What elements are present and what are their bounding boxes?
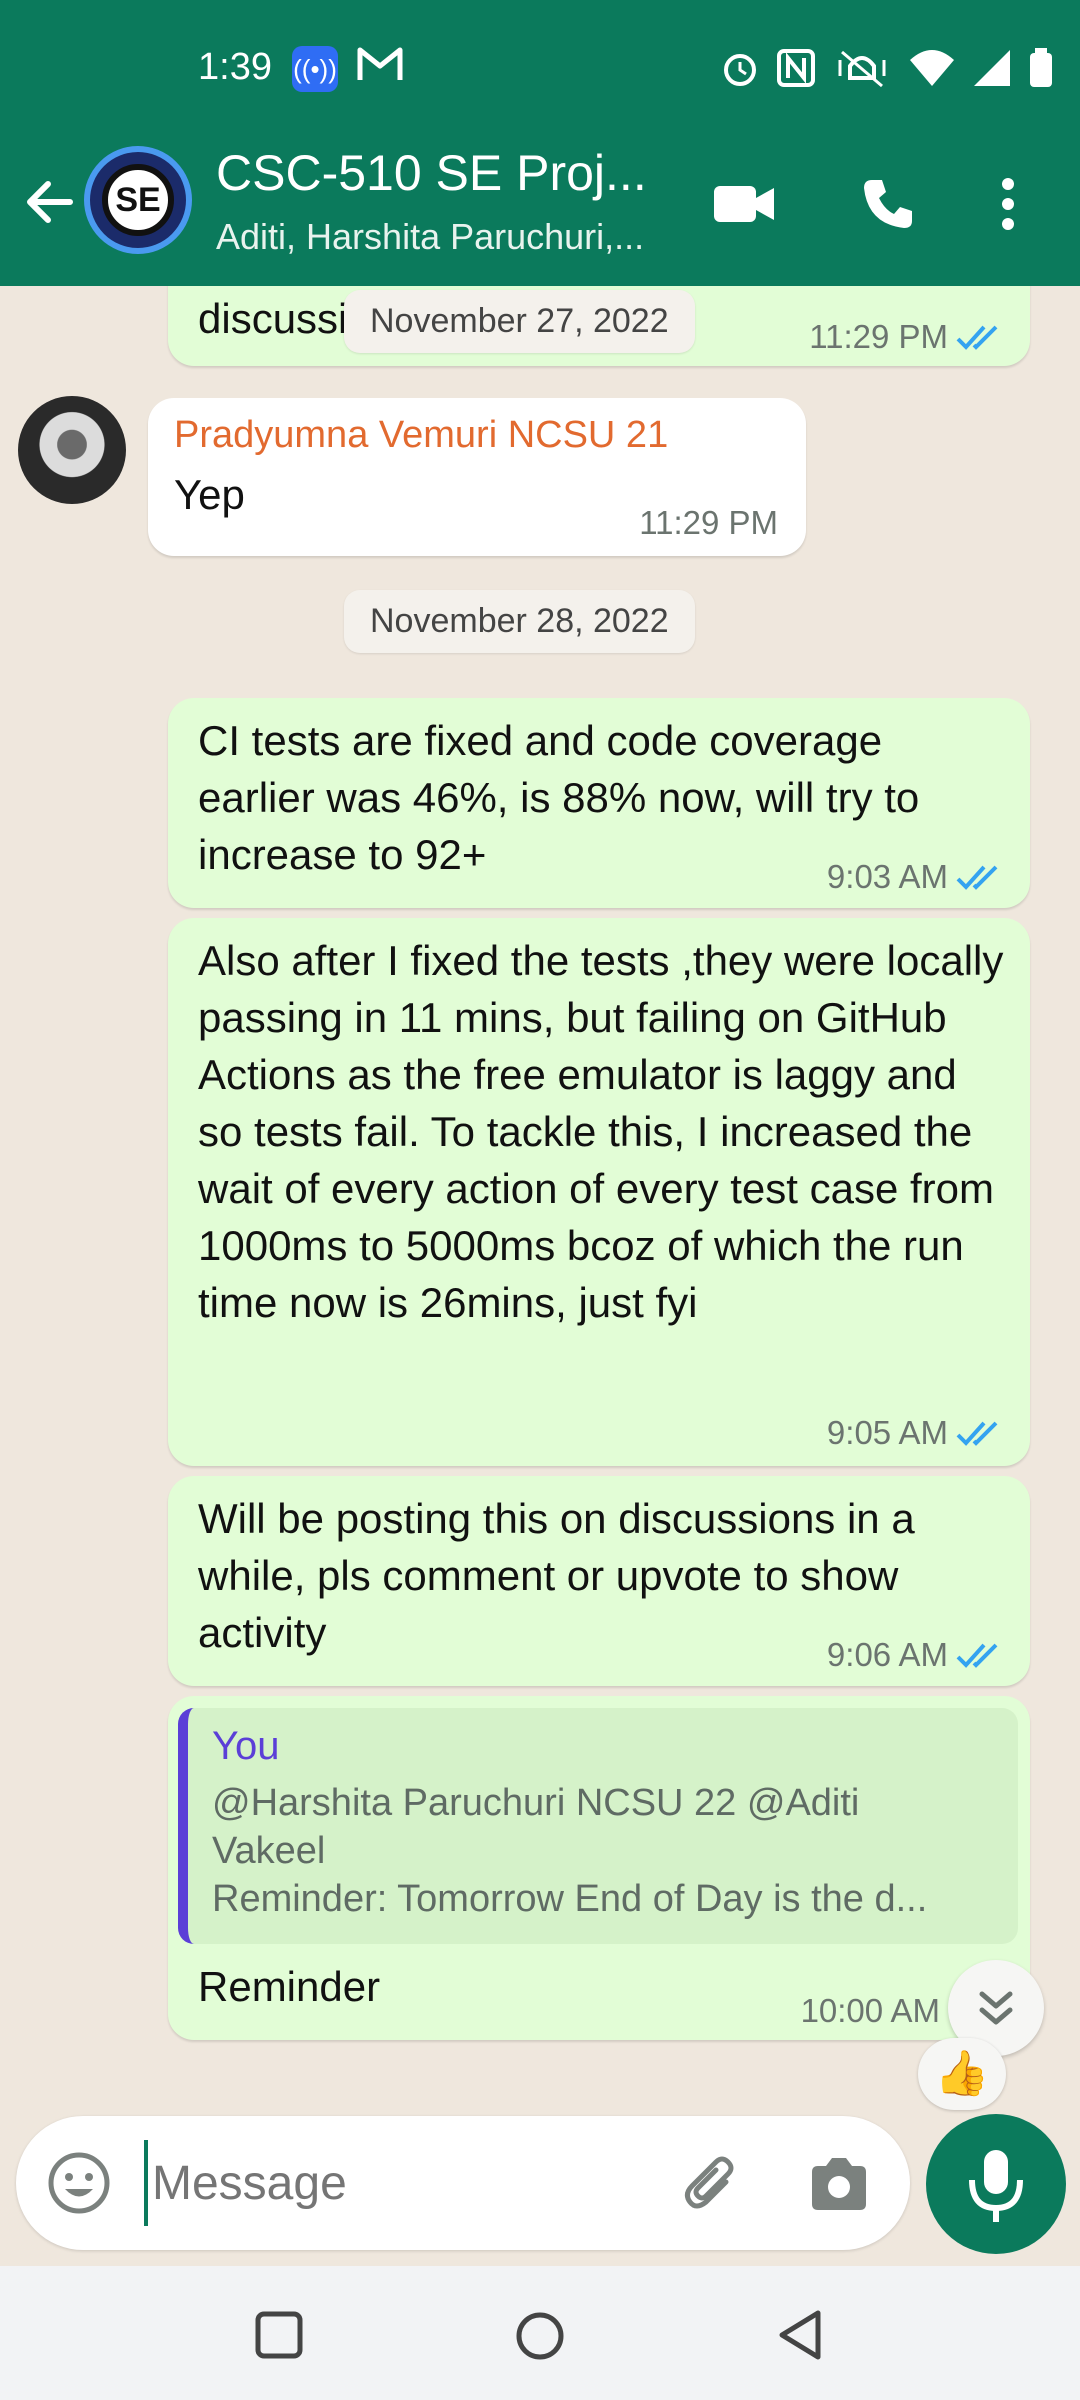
message-bubble-outgoing[interactable]: You @Harshita Paruchuri NCSU 22 @Aditi V… (168, 1696, 1030, 2040)
message-time: 10:00 AM (800, 1992, 940, 2029)
message-text: Also after I fixed the tests ,they were … (198, 937, 1004, 1326)
video-call-icon[interactable] (712, 174, 776, 234)
message-bubble-incoming[interactable]: Pradyumna Vemuri NCSU 21 Yep 11:29 PM (148, 398, 806, 556)
chat-title[interactable]: CSC-510 SE Proj... (216, 144, 656, 202)
read-receipt-icon (956, 865, 998, 890)
message-meta: 11:29 PM (809, 318, 1002, 356)
date-divider: November 28, 2022 (344, 590, 695, 653)
read-receipt-icon (956, 1643, 998, 1668)
message-meta: 11:29 PM (639, 504, 778, 542)
chat-messages[interactable]: discussion only then 11:29 PM November 2… (0, 286, 1080, 2114)
nfc-icon (777, 49, 815, 87)
alarm-icon (724, 54, 756, 86)
message-meta: 9:03 AM (827, 858, 1002, 896)
voice-call-icon[interactable] (858, 174, 918, 234)
quoted-text-mentions: @Harshita Paruchuri NCSU 22 @Aditi Vakee… (212, 1782, 860, 1872)
message-time: 11:29 PM (809, 318, 948, 355)
read-receipt-icon (956, 325, 998, 350)
group-avatar[interactable]: SE (84, 146, 192, 254)
read-receipt-icon (956, 1421, 998, 1446)
message-meta: 9:05 AM (827, 1414, 1002, 1452)
message-time: 11:29 PM (639, 504, 778, 541)
chat-header: SE CSC-510 SE Proj... Aditi, Harshita Pa… (0, 140, 1080, 286)
system-navigation-bar (0, 2266, 1080, 2400)
sender-name[interactable]: Pradyumna Vemuri NCSU 21 (174, 414, 668, 457)
message-bubble-outgoing[interactable]: Also after I fixed the tests ,they were … (168, 918, 1030, 1466)
status-time: 1:39 (198, 46, 272, 88)
message-input[interactable] (144, 2140, 664, 2226)
sender-avatar[interactable] (18, 396, 126, 504)
back-icon[interactable] (774, 2308, 826, 2362)
date-divider: November 27, 2022 (344, 290, 695, 353)
vibrate-off-icon (838, 50, 886, 88)
battery-icon (1030, 48, 1052, 87)
signal-icon (974, 50, 1010, 86)
microphone-icon (969, 2150, 1023, 2222)
gmail-icon (357, 47, 403, 80)
message-bubble-outgoing[interactable]: CI tests are fixed and code coverage ear… (168, 698, 1030, 908)
voice-message-button[interactable] (926, 2114, 1066, 2254)
more-options-icon[interactable] (998, 174, 1018, 234)
back-arrow-icon[interactable] (20, 172, 80, 232)
quoted-sender: You (212, 1724, 280, 1768)
message-meta: 10:00 AM (801, 1992, 940, 2030)
chat-participants[interactable]: Aditi, Harshita Paruchuri,... (216, 216, 676, 258)
message-time: 9:05 AM (826, 1414, 948, 1451)
status-bar: 1:39 ((•)) (0, 0, 1080, 140)
hotspot-icon: ((•)) (292, 46, 338, 92)
emoji-icon[interactable] (46, 2150, 112, 2216)
message-text: Yep (174, 471, 245, 518)
quoted-text-body: Reminder: Tomorrow End of Day is the d..… (212, 1878, 928, 1920)
message-composer (16, 2116, 910, 2250)
reaction-badge[interactable]: 👍 (918, 2038, 1006, 2110)
message-meta: 9:06 AM (827, 1636, 1002, 1674)
group-avatar-text: SE (102, 164, 174, 236)
recents-icon[interactable] (254, 2310, 304, 2360)
quoted-message[interactable]: You @Harshita Paruchuri NCSU 22 @Aditi V… (178, 1708, 1018, 1944)
thumbs-up-emoji: 👍 (934, 2049, 990, 2098)
message-text: Reminder (198, 1963, 381, 2010)
home-icon[interactable] (514, 2310, 566, 2362)
message-time: 9:03 AM (826, 858, 948, 895)
attach-icon[interactable] (678, 2152, 744, 2218)
message-time: 9:06 AM (826, 1636, 948, 1673)
wifi-icon (910, 50, 954, 86)
camera-icon[interactable] (806, 2152, 872, 2218)
message-bubble-outgoing[interactable]: Will be posting this on discussions in a… (168, 1476, 1030, 1686)
